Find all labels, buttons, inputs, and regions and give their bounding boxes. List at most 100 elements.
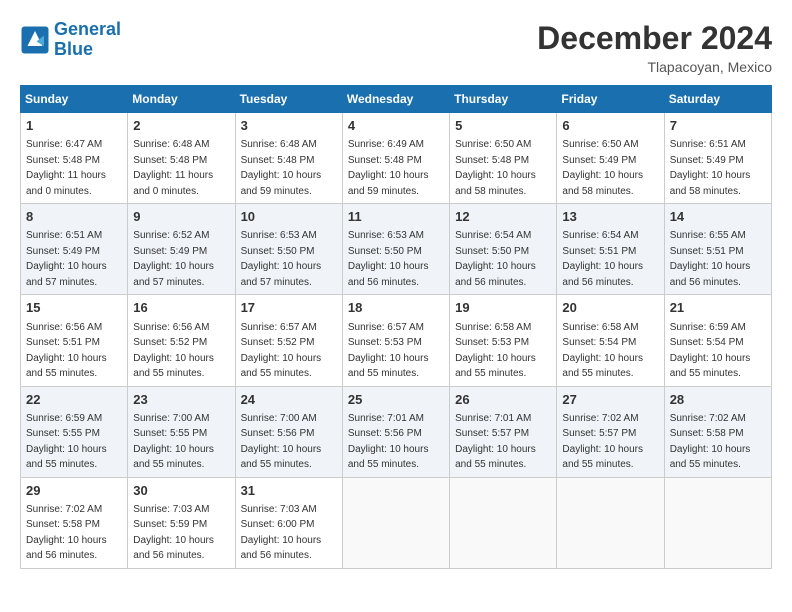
day-info: Sunrise: 7:03 AMSunset: 5:59 PMDaylight:…	[133, 504, 214, 562]
calendar-week-row: 1 Sunrise: 6:47 AMSunset: 5:48 PMDayligh…	[21, 113, 772, 204]
table-row: 30 Sunrise: 7:03 AMSunset: 5:59 PMDaylig…	[128, 477, 235, 568]
table-row: 4 Sunrise: 6:49 AMSunset: 5:48 PMDayligh…	[342, 113, 449, 204]
day-number: 17	[241, 299, 337, 317]
calendar-table: Sunday Monday Tuesday Wednesday Thursday…	[20, 85, 772, 569]
day-info: Sunrise: 7:02 AMSunset: 5:58 PMDaylight:…	[670, 413, 751, 471]
day-number: 6	[562, 117, 658, 135]
calendar-week-row: 15 Sunrise: 6:56 AMSunset: 5:51 PMDaylig…	[21, 295, 772, 386]
location-title: Tlapacoyan, Mexico	[537, 59, 772, 75]
day-info: Sunrise: 6:58 AMSunset: 5:53 PMDaylight:…	[455, 322, 536, 380]
table-row	[664, 477, 771, 568]
day-info: Sunrise: 6:55 AMSunset: 5:51 PMDaylight:…	[670, 230, 751, 288]
title-block: December 2024 Tlapacoyan, Mexico	[537, 20, 772, 75]
table-row: 28 Sunrise: 7:02 AMSunset: 5:58 PMDaylig…	[664, 386, 771, 477]
day-number: 27	[562, 391, 658, 409]
table-row: 12 Sunrise: 6:54 AMSunset: 5:50 PMDaylig…	[450, 204, 557, 295]
day-info: Sunrise: 6:52 AMSunset: 5:49 PMDaylight:…	[133, 230, 214, 288]
day-number: 1	[26, 117, 122, 135]
calendar-body: 1 Sunrise: 6:47 AMSunset: 5:48 PMDayligh…	[21, 113, 772, 569]
day-number: 25	[348, 391, 444, 409]
calendar-week-row: 22 Sunrise: 6:59 AMSunset: 5:55 PMDaylig…	[21, 386, 772, 477]
day-info: Sunrise: 7:00 AMSunset: 5:56 PMDaylight:…	[241, 413, 322, 471]
day-info: Sunrise: 7:03 AMSunset: 6:00 PMDaylight:…	[241, 504, 322, 562]
calendar-week-row: 29 Sunrise: 7:02 AMSunset: 5:58 PMDaylig…	[21, 477, 772, 568]
calendar-week-row: 8 Sunrise: 6:51 AMSunset: 5:49 PMDayligh…	[21, 204, 772, 295]
day-info: Sunrise: 6:48 AMSunset: 5:48 PMDaylight:…	[133, 139, 213, 197]
table-row: 16 Sunrise: 6:56 AMSunset: 5:52 PMDaylig…	[128, 295, 235, 386]
table-row: 2 Sunrise: 6:48 AMSunset: 5:48 PMDayligh…	[128, 113, 235, 204]
day-number: 8	[26, 208, 122, 226]
day-info: Sunrise: 6:47 AMSunset: 5:48 PMDaylight:…	[26, 139, 106, 197]
table-row: 13 Sunrise: 6:54 AMSunset: 5:51 PMDaylig…	[557, 204, 664, 295]
day-info: Sunrise: 6:56 AMSunset: 5:52 PMDaylight:…	[133, 322, 214, 380]
day-number: 26	[455, 391, 551, 409]
day-info: Sunrise: 6:53 AMSunset: 5:50 PMDaylight:…	[241, 230, 322, 288]
col-saturday: Saturday	[664, 86, 771, 113]
table-row: 20 Sunrise: 6:58 AMSunset: 5:54 PMDaylig…	[557, 295, 664, 386]
table-row: 5 Sunrise: 6:50 AMSunset: 5:48 PMDayligh…	[450, 113, 557, 204]
day-number: 13	[562, 208, 658, 226]
day-number: 19	[455, 299, 551, 317]
day-number: 11	[348, 208, 444, 226]
table-row: 9 Sunrise: 6:52 AMSunset: 5:49 PMDayligh…	[128, 204, 235, 295]
day-info: Sunrise: 6:50 AMSunset: 5:49 PMDaylight:…	[562, 139, 643, 197]
day-number: 21	[670, 299, 766, 317]
day-number: 28	[670, 391, 766, 409]
day-number: 10	[241, 208, 337, 226]
table-row: 27 Sunrise: 7:02 AMSunset: 5:57 PMDaylig…	[557, 386, 664, 477]
table-row: 18 Sunrise: 6:57 AMSunset: 5:53 PMDaylig…	[342, 295, 449, 386]
table-row: 6 Sunrise: 6:50 AMSunset: 5:49 PMDayligh…	[557, 113, 664, 204]
table-row: 19 Sunrise: 6:58 AMSunset: 5:53 PMDaylig…	[450, 295, 557, 386]
day-number: 14	[670, 208, 766, 226]
day-number: 22	[26, 391, 122, 409]
day-info: Sunrise: 6:50 AMSunset: 5:48 PMDaylight:…	[455, 139, 536, 197]
day-info: Sunrise: 6:56 AMSunset: 5:51 PMDaylight:…	[26, 322, 107, 380]
logo: General Blue	[20, 20, 121, 60]
col-wednesday: Wednesday	[342, 86, 449, 113]
table-row: 8 Sunrise: 6:51 AMSunset: 5:49 PMDayligh…	[21, 204, 128, 295]
day-number: 18	[348, 299, 444, 317]
table-row: 11 Sunrise: 6:53 AMSunset: 5:50 PMDaylig…	[342, 204, 449, 295]
day-info: Sunrise: 7:01 AMSunset: 5:56 PMDaylight:…	[348, 413, 429, 471]
day-info: Sunrise: 6:59 AMSunset: 5:54 PMDaylight:…	[670, 322, 751, 380]
col-monday: Monday	[128, 86, 235, 113]
table-row: 17 Sunrise: 6:57 AMSunset: 5:52 PMDaylig…	[235, 295, 342, 386]
day-info: Sunrise: 6:48 AMSunset: 5:48 PMDaylight:…	[241, 139, 322, 197]
col-friday: Friday	[557, 86, 664, 113]
day-info: Sunrise: 7:02 AMSunset: 5:57 PMDaylight:…	[562, 413, 643, 471]
day-number: 3	[241, 117, 337, 135]
table-row: 3 Sunrise: 6:48 AMSunset: 5:48 PMDayligh…	[235, 113, 342, 204]
day-number: 12	[455, 208, 551, 226]
table-row: 21 Sunrise: 6:59 AMSunset: 5:54 PMDaylig…	[664, 295, 771, 386]
table-row: 26 Sunrise: 7:01 AMSunset: 5:57 PMDaylig…	[450, 386, 557, 477]
day-number: 23	[133, 391, 229, 409]
day-info: Sunrise: 7:00 AMSunset: 5:55 PMDaylight:…	[133, 413, 214, 471]
table-row: 14 Sunrise: 6:55 AMSunset: 5:51 PMDaylig…	[664, 204, 771, 295]
table-row: 10 Sunrise: 6:53 AMSunset: 5:50 PMDaylig…	[235, 204, 342, 295]
page-header: General Blue December 2024 Tlapacoyan, M…	[20, 20, 772, 75]
day-info: Sunrise: 6:53 AMSunset: 5:50 PMDaylight:…	[348, 230, 429, 288]
table-row: 1 Sunrise: 6:47 AMSunset: 5:48 PMDayligh…	[21, 113, 128, 204]
table-row: 25 Sunrise: 7:01 AMSunset: 5:56 PMDaylig…	[342, 386, 449, 477]
table-row: 7 Sunrise: 6:51 AMSunset: 5:49 PMDayligh…	[664, 113, 771, 204]
day-info: Sunrise: 6:57 AMSunset: 5:53 PMDaylight:…	[348, 322, 429, 380]
col-thursday: Thursday	[450, 86, 557, 113]
table-row: 29 Sunrise: 7:02 AMSunset: 5:58 PMDaylig…	[21, 477, 128, 568]
day-number: 5	[455, 117, 551, 135]
day-number: 20	[562, 299, 658, 317]
table-row	[557, 477, 664, 568]
table-row: 22 Sunrise: 6:59 AMSunset: 5:55 PMDaylig…	[21, 386, 128, 477]
day-number: 30	[133, 482, 229, 500]
table-row	[342, 477, 449, 568]
table-row: 15 Sunrise: 6:56 AMSunset: 5:51 PMDaylig…	[21, 295, 128, 386]
day-number: 16	[133, 299, 229, 317]
calendar-header: Sunday Monday Tuesday Wednesday Thursday…	[21, 86, 772, 113]
day-info: Sunrise: 6:59 AMSunset: 5:55 PMDaylight:…	[26, 413, 107, 471]
table-row: 23 Sunrise: 7:00 AMSunset: 5:55 PMDaylig…	[128, 386, 235, 477]
day-number: 15	[26, 299, 122, 317]
logo-icon	[20, 25, 50, 55]
day-info: Sunrise: 7:02 AMSunset: 5:58 PMDaylight:…	[26, 504, 107, 562]
day-info: Sunrise: 6:51 AMSunset: 5:49 PMDaylight:…	[26, 230, 107, 288]
day-number: 4	[348, 117, 444, 135]
day-info: Sunrise: 6:54 AMSunset: 5:51 PMDaylight:…	[562, 230, 643, 288]
